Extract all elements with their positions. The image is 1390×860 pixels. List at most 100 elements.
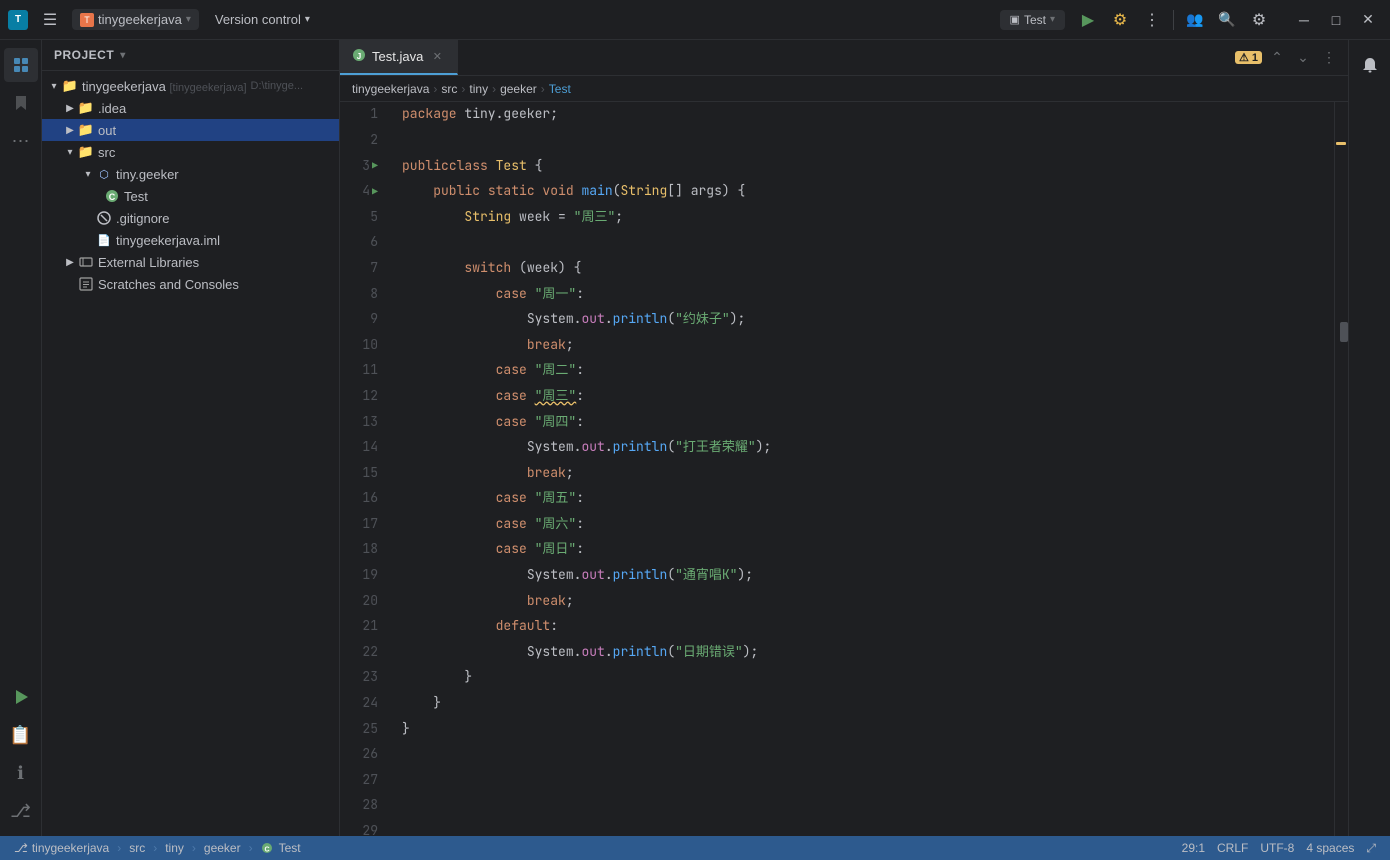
line-num-2: 2 xyxy=(340,128,386,154)
close-button[interactable]: ✕ xyxy=(1354,6,1382,34)
tree-arrow-idea: ▶ xyxy=(62,100,78,116)
right-icon-rail xyxy=(1348,40,1390,836)
code-content[interactable]: package tiny.geeker; public class Test {… xyxy=(386,102,1334,836)
collaborate-button[interactable]: 👥 xyxy=(1180,5,1210,35)
minimize-button[interactable]: ─ xyxy=(1290,6,1318,34)
run-config-selector[interactable]: ▣ Test ▾ xyxy=(1000,10,1065,30)
code-line-19: System.out.println("通宵唱K"); xyxy=(402,563,1318,589)
code-line-6 xyxy=(402,230,1318,256)
breadcrumb-test[interactable]: Test xyxy=(549,82,571,96)
code-line-28 xyxy=(402,793,1318,819)
tree-item-root[interactable]: ▾ 📁 tinygeekerjava [tinygeekerjava] D:\t… xyxy=(42,75,339,97)
notifications-icon[interactable] xyxy=(1353,48,1387,82)
run-gutter-icon-3[interactable]: ▶ xyxy=(372,158,378,174)
status-bar: ⎇ tinygeekerjava › src › tiny › geeker ›… xyxy=(0,836,1390,860)
code-line-22: System.out.println("日期错误"); xyxy=(402,639,1318,665)
line-num-3: 3 ▶ xyxy=(340,153,386,179)
line-num-13: 13 xyxy=(340,409,386,435)
tree-item-scratches[interactable]: Scratches and Consoles xyxy=(42,273,339,295)
project-chevron-icon: ▾ xyxy=(186,14,191,25)
tree-item-src[interactable]: ▾ 📁 src xyxy=(42,141,339,163)
code-line-20: break; xyxy=(402,588,1318,614)
problems-icon[interactable]: ℹ xyxy=(4,756,38,790)
run-icon[interactable] xyxy=(4,680,38,714)
tree-item-gitignore[interactable]: .gitignore xyxy=(42,207,339,229)
breadcrumb-src[interactable]: src xyxy=(441,82,457,96)
status-line-ending[interactable]: CRLF xyxy=(1211,836,1254,860)
code-line-3: public class Test { xyxy=(402,153,1318,179)
project-selector[interactable]: T tinygeekerjava ▾ xyxy=(72,9,199,30)
project-view-icon[interactable] xyxy=(4,48,38,82)
tree-label-out: out xyxy=(98,123,116,138)
more-actions-button[interactable]: ⋮ xyxy=(1137,5,1167,35)
bookmarks-icon[interactable] xyxy=(4,86,38,120)
status-expand[interactable]: ⤢ xyxy=(1360,836,1382,860)
tree-item-tiny-geeker[interactable]: ▾ ⬡ tiny.geeker xyxy=(42,163,339,185)
tree-item-external[interactable]: ▶ External Libraries xyxy=(42,251,339,273)
code-line-26 xyxy=(402,742,1318,768)
tab-expand-button[interactable]: ⌄ xyxy=(1292,47,1314,69)
code-line-25: } xyxy=(402,716,1318,742)
folder-out-icon: 📁 xyxy=(78,122,94,138)
code-line-23: } xyxy=(402,665,1318,691)
status-git-branch[interactable]: ⎇ tinygeekerjava xyxy=(8,836,115,860)
run-button[interactable]: ▶ xyxy=(1073,5,1103,35)
status-encoding[interactable]: UTF-8 xyxy=(1254,836,1300,860)
sidebar-header: Project ▾ xyxy=(42,40,339,71)
tab-test-java[interactable]: J Test.java ✕ xyxy=(340,40,458,75)
left-icon-rail: ⋯ 📋 ℹ ⎇ xyxy=(0,40,42,836)
line-num-11: 11 xyxy=(340,358,386,384)
tree-item-iml[interactable]: 📄 tinygeekerjava.iml xyxy=(42,229,339,251)
breadcrumb: tinygeekerjava › src › tiny › geeker › T… xyxy=(340,76,1348,102)
status-geeker[interactable]: geeker xyxy=(198,836,247,860)
debug-button[interactable]: ⚙ xyxy=(1105,5,1135,35)
line-num-14: 14 xyxy=(340,435,386,461)
scroll-thumb[interactable] xyxy=(1340,322,1348,342)
tree-label-scratches: Scratches and Consoles xyxy=(98,277,239,292)
status-test[interactable]: C Test xyxy=(255,836,307,860)
line-num-5: 5 xyxy=(340,204,386,230)
code-line-12: case "周三": xyxy=(402,384,1318,410)
maximize-button[interactable]: □ xyxy=(1322,6,1350,34)
tab-close-button[interactable]: ✕ xyxy=(429,49,445,65)
tree-item-test[interactable]: C Test xyxy=(42,185,339,207)
tree-path-root: D:\tinyge... xyxy=(251,80,304,92)
status-tiny[interactable]: tiny xyxy=(159,836,190,860)
status-src-label: src xyxy=(129,841,145,855)
tab-more-button[interactable]: ⋮ xyxy=(1318,47,1340,69)
breadcrumb-tiny[interactable]: tiny xyxy=(469,82,488,96)
tab-bar-actions: ⚠ 1 ⌃ ⌄ ⋮ xyxy=(1227,40,1348,75)
status-indent[interactable]: 4 spaces xyxy=(1300,836,1360,860)
run-gutter-icon-4[interactable]: ▶ xyxy=(372,184,378,200)
external-libraries-icon xyxy=(78,254,94,270)
code-line-15: break; xyxy=(402,460,1318,486)
more-tools-icon[interactable]: ⋯ xyxy=(4,124,38,158)
line-num-9: 9 xyxy=(340,307,386,333)
tab-collapse-button[interactable]: ⌃ xyxy=(1266,47,1288,69)
project-tree[interactable]: ▾ 📁 tinygeekerjava [tinygeekerjava] D:\t… xyxy=(42,71,339,836)
hamburger-menu-button[interactable]: ☰ xyxy=(36,6,64,34)
todo-icon[interactable]: 📋 xyxy=(4,718,38,752)
scratches-icon xyxy=(78,276,94,292)
java-class-icon: C xyxy=(104,188,120,204)
package-icon: ⬡ xyxy=(96,166,112,182)
tree-item-idea[interactable]: ▶ 📁 .idea xyxy=(42,97,339,119)
breadcrumb-geeker[interactable]: geeker xyxy=(500,82,537,96)
tree-item-out[interactable]: ▶ 📁 out xyxy=(42,119,339,141)
status-position[interactable]: 29:1 xyxy=(1176,836,1211,860)
svg-text:C: C xyxy=(109,192,116,202)
search-everywhere-button[interactable]: 🔍 xyxy=(1212,5,1242,35)
line-num-8: 8 xyxy=(340,281,386,307)
line-num-18: 18 xyxy=(340,537,386,563)
line-num-16: 16 xyxy=(340,486,386,512)
settings-button[interactable]: ⚙ xyxy=(1244,5,1274,35)
tree-arrow-root: ▾ xyxy=(46,78,62,94)
editor-scrollbar[interactable] xyxy=(1334,102,1348,836)
version-control-menu[interactable]: Version control ▾ xyxy=(207,9,318,30)
status-line-ending-label: CRLF xyxy=(1217,841,1248,855)
breadcrumb-project[interactable]: tinygeekerjava xyxy=(352,82,429,96)
git-icon[interactable]: ⎇ xyxy=(4,794,38,828)
status-src[interactable]: src xyxy=(123,836,151,860)
code-line-27 xyxy=(402,767,1318,793)
folder-src-icon: 📁 xyxy=(78,144,94,160)
